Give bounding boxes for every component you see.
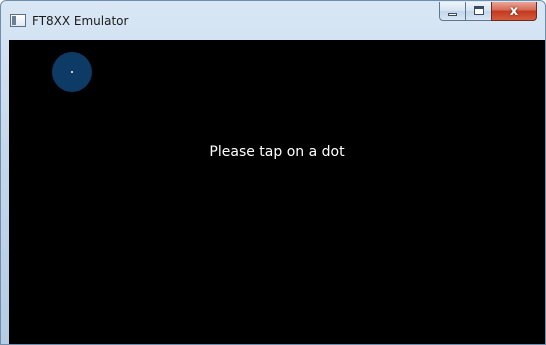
close-icon: x — [509, 3, 519, 19]
minimize-button[interactable] — [439, 2, 465, 21]
close-button[interactable]: x — [491, 2, 537, 21]
calibration-dot[interactable] — [52, 52, 92, 92]
maximize-icon — [474, 6, 484, 15]
maximize-button[interactable] — [465, 2, 491, 21]
title-bar[interactable]: FT8XX Emulator x — [1, 1, 545, 39]
calibration-prompt: Please tap on a dot — [209, 144, 345, 160]
app-window-icon — [10, 14, 26, 27]
window-controls: x — [439, 2, 537, 22]
calibration-dot-center — [71, 71, 73, 73]
window-title: FT8XX Emulator — [32, 14, 129, 28]
emulator-window: FT8XX Emulator x Please tap on a dot — [0, 0, 546, 345]
minimize-icon — [448, 13, 457, 16]
emulator-screen[interactable] — [9, 40, 545, 344]
